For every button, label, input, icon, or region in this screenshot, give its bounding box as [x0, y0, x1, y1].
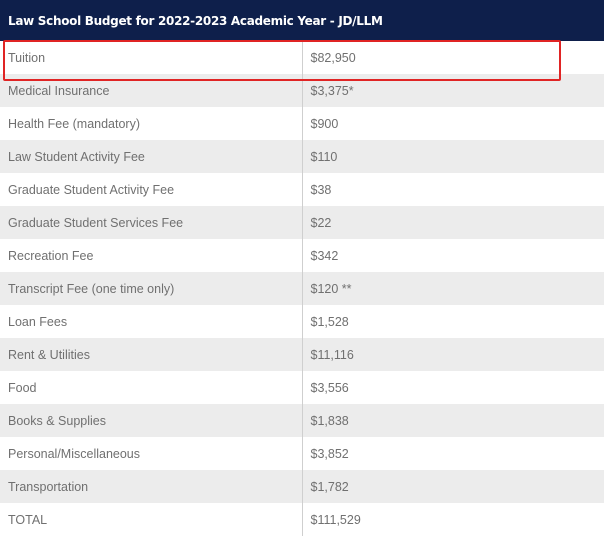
total-label: TOTAL — [0, 503, 302, 536]
table-row: Law Student Activity Fee $110 — [0, 140, 604, 173]
row-label: Transportation — [0, 470, 302, 503]
row-amount: $38 — [301, 173, 604, 206]
row-amount: $342 — [301, 239, 604, 272]
row-amount: $3,852 — [301, 437, 604, 470]
row-amount: $3,556 — [301, 371, 604, 404]
budget-table: Law School Budget for 2022-2023 Academic… — [0, 0, 604, 536]
table-row: Food $3,556 — [0, 371, 604, 404]
row-amount: $900 — [301, 107, 604, 140]
table-row: Graduate Student Services Fee $22 — [0, 206, 604, 239]
row-amount: $110 — [301, 140, 604, 173]
row-label: Tuition — [0, 41, 302, 74]
table-row: Personal/Miscellaneous $3,852 — [0, 437, 604, 470]
table-row: Graduate Student Activity Fee $38 — [0, 173, 604, 206]
row-amount: $1,528 — [301, 305, 604, 338]
table-row: Rent & Utilities $11,116 — [0, 338, 604, 371]
table-row: Books & Supplies $1,838 — [0, 404, 604, 437]
row-label: Books & Supplies — [0, 404, 302, 437]
row-amount: $120 ** — [301, 272, 604, 305]
table-row-total: TOTAL $111,529 — [0, 503, 604, 536]
row-label: Law Student Activity Fee — [0, 140, 302, 173]
row-amount: $82,950 — [301, 41, 604, 74]
row-label: Graduate Student Services Fee — [0, 206, 302, 239]
row-amount: $22 — [301, 206, 604, 239]
row-label: Personal/Miscellaneous — [0, 437, 302, 470]
row-amount: $1,782 — [301, 470, 604, 503]
row-label: Transcript Fee (one time only) — [0, 272, 302, 305]
table-row: Medical Insurance $3,375* — [0, 74, 604, 107]
total-amount: $111,529 — [301, 503, 604, 536]
row-amount: $3,375* — [301, 74, 604, 107]
row-label: Loan Fees — [0, 305, 302, 338]
table-row: Transcript Fee (one time only) $120 ** — [0, 272, 604, 305]
row-amount: $1,838 — [301, 404, 604, 437]
table-header-row: Law School Budget for 2022-2023 Academic… — [0, 0, 604, 41]
table-row: Transportation $1,782 — [0, 470, 604, 503]
table-row: Recreation Fee $342 — [0, 239, 604, 272]
row-label: Rent & Utilities — [0, 338, 302, 371]
row-label: Medical Insurance — [0, 74, 302, 107]
budget-table-wrapper: Law School Budget for 2022-2023 Academic… — [0, 0, 604, 536]
table-title: Law School Budget for 2022-2023 Academic… — [0, 0, 604, 41]
table-row: Tuition $82,950 — [0, 41, 604, 74]
row-label: Recreation Fee — [0, 239, 302, 272]
row-label: Food — [0, 371, 302, 404]
row-label: Graduate Student Activity Fee — [0, 173, 302, 206]
row-label: Health Fee (mandatory) — [0, 107, 302, 140]
table-row: Health Fee (mandatory) $900 — [0, 107, 604, 140]
table-row: Loan Fees $1,528 — [0, 305, 604, 338]
row-amount: $11,116 — [301, 338, 604, 371]
